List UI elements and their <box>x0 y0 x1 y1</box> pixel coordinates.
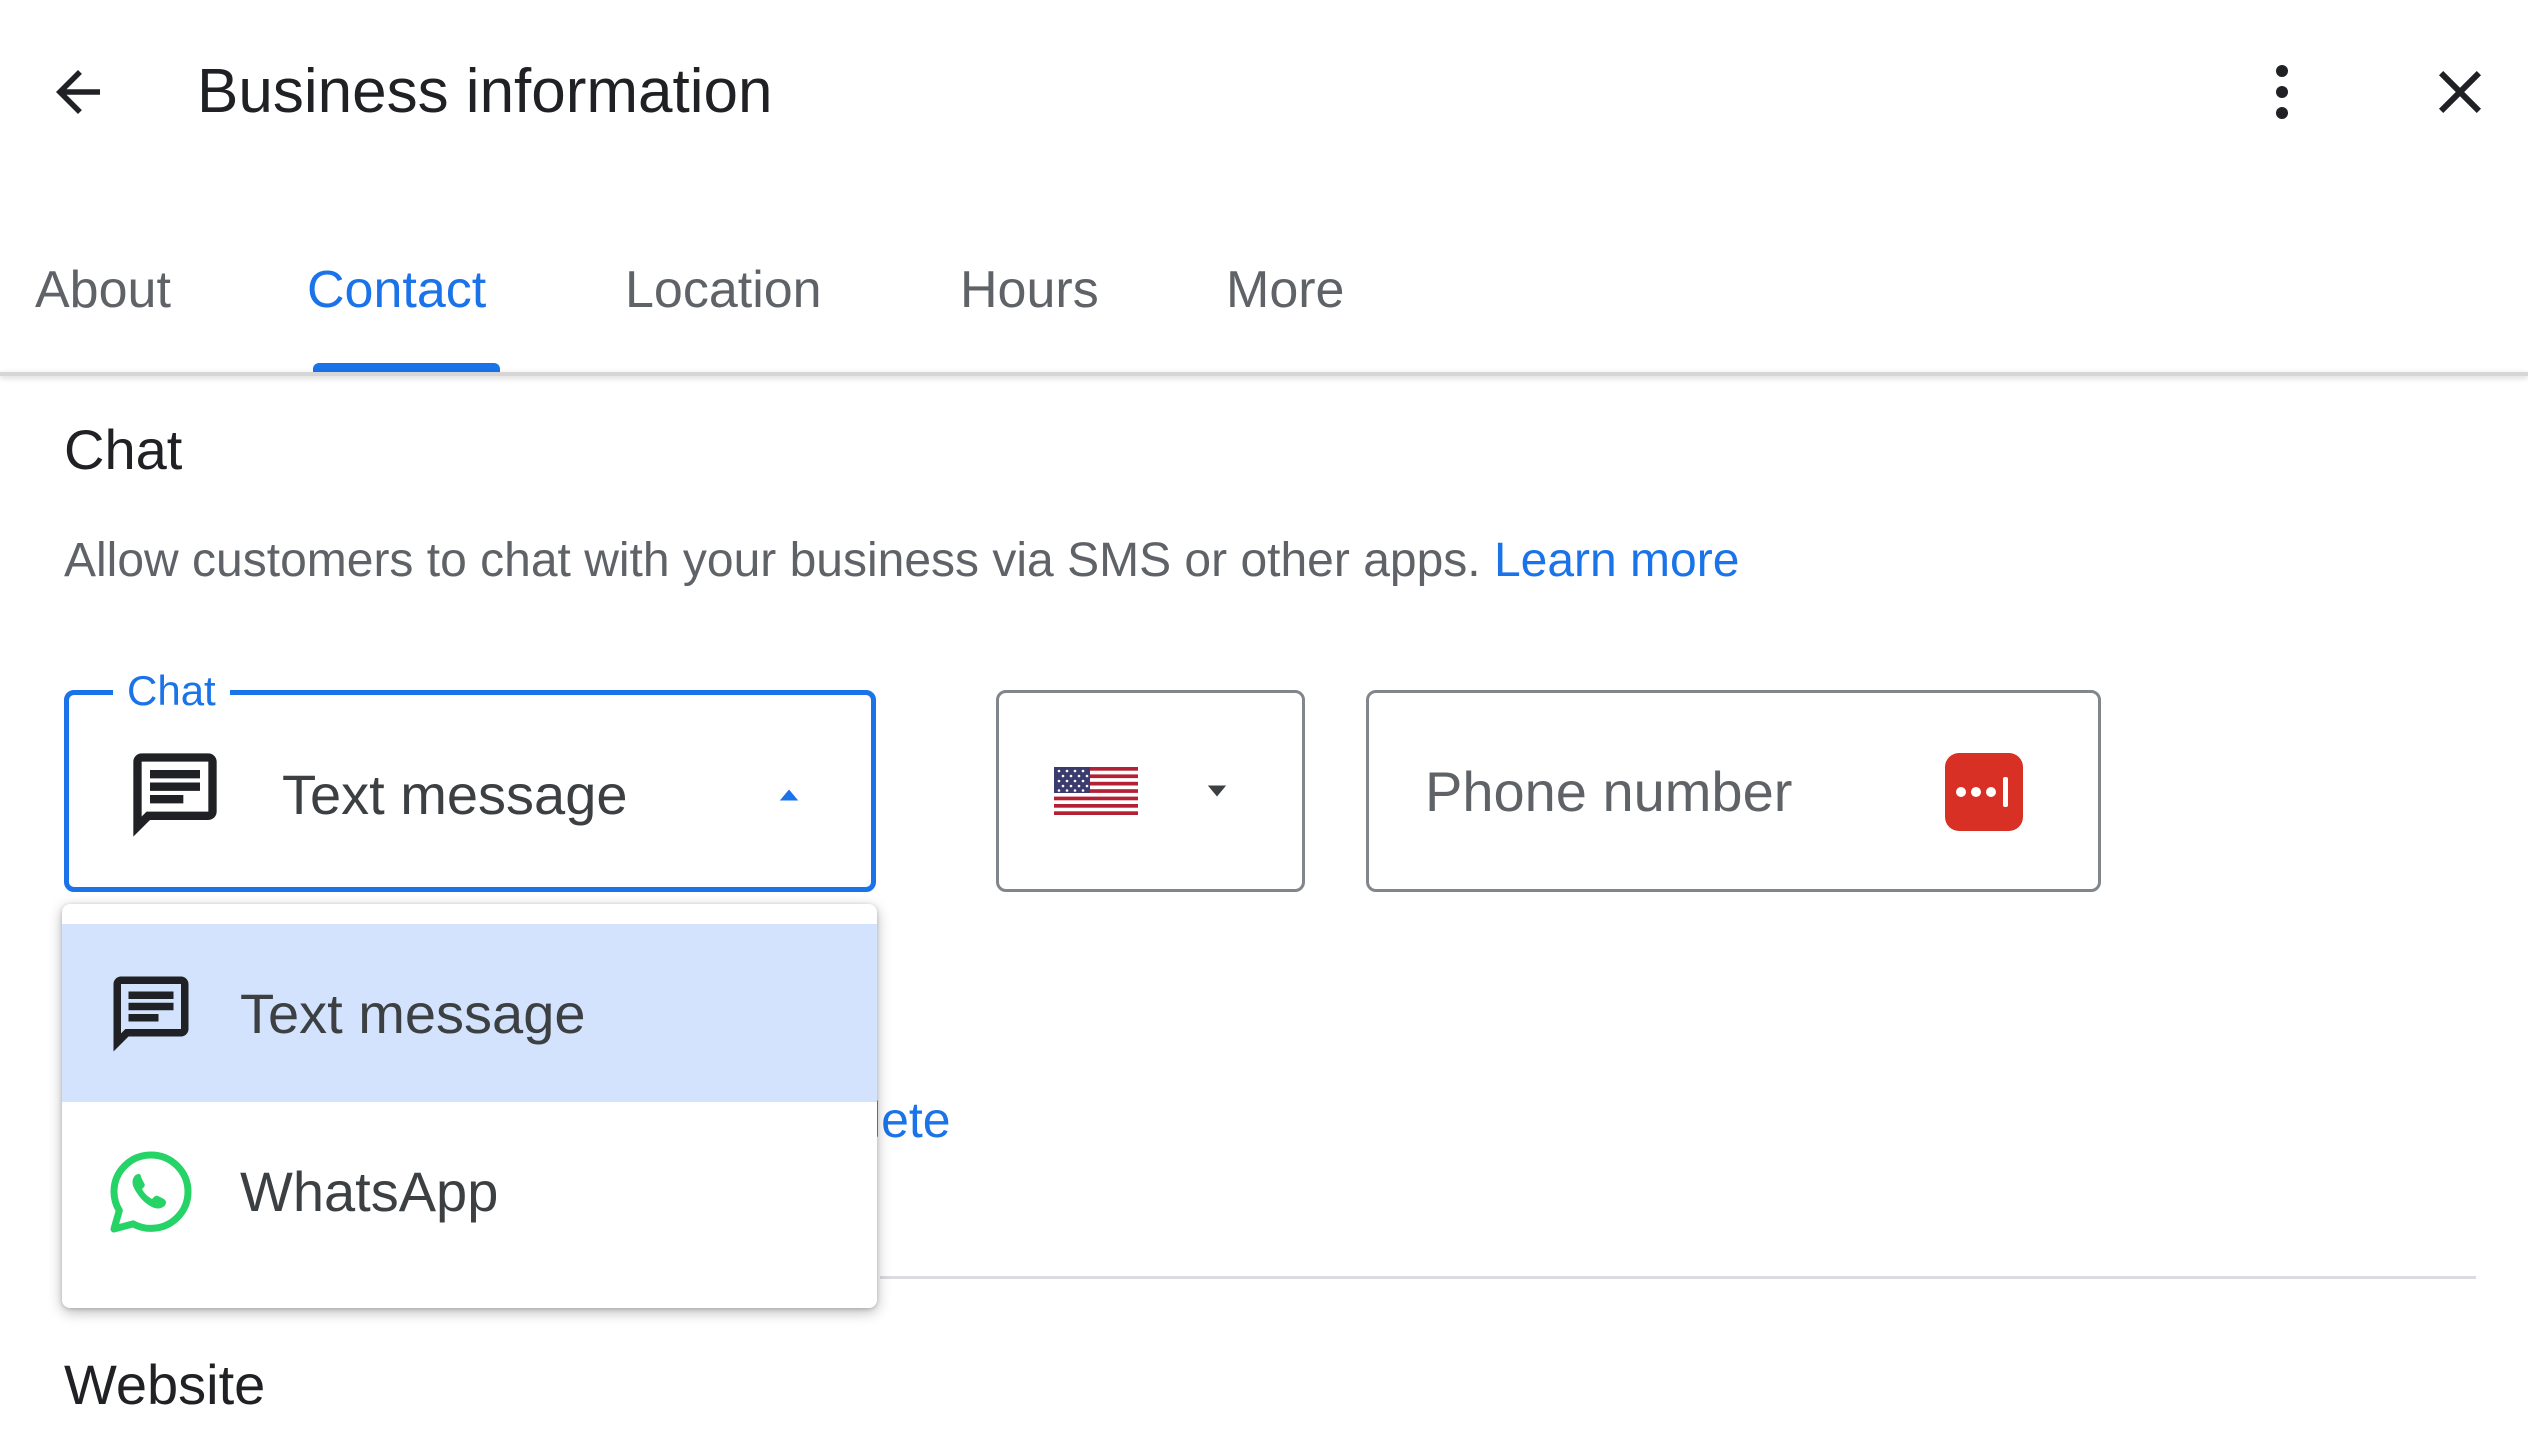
back-button[interactable] <box>38 52 118 132</box>
arrow-back-icon <box>56 70 100 114</box>
tab-about[interactable]: About <box>35 240 171 340</box>
menu-item-text-message[interactable]: Text message <box>62 924 877 1102</box>
password-manager-icon[interactable] <box>1945 753 2023 831</box>
tab-more[interactable]: More <box>1226 240 1344 340</box>
close-button[interactable] <box>2420 52 2500 132</box>
sms-icon <box>133 753 217 837</box>
chat-type-select-value: Text message <box>282 763 628 826</box>
arrow-drop-up-icon <box>779 789 799 801</box>
tab-location[interactable]: Location <box>625 240 822 340</box>
more-vert-icon <box>2276 65 2288 119</box>
phone-number-field <box>1366 690 2101 892</box>
chat-type-select[interactable]: Chat Text message <box>64 661 876 892</box>
menu-item-whatsapp[interactable]: WhatsApp <box>62 1102 877 1280</box>
menu-item-label: WhatsApp <box>240 1160 499 1223</box>
tab-contact[interactable]: Contact <box>307 240 486 340</box>
header: Business information <box>0 0 2528 190</box>
sms-icon <box>113 976 189 1052</box>
chat-section-title: Chat <box>64 418 183 481</box>
country-code-select[interactable] <box>996 690 1305 892</box>
us-flag-icon <box>1054 767 1138 815</box>
section-divider <box>880 1276 2476 1279</box>
tab-hours[interactable]: Hours <box>960 240 1099 340</box>
arrow-drop-down-icon <box>1207 785 1227 797</box>
whatsapp-icon <box>110 1151 192 1233</box>
chat-description-text: Allow customers to chat with your busine… <box>64 534 1481 587</box>
website-section-title: Website <box>64 1353 266 1416</box>
phone-number-input[interactable] <box>1425 748 1925 834</box>
learn-more-link[interactable]: Learn more <box>1494 534 1739 587</box>
tab-bar-divider <box>0 372 2528 376</box>
menu-item-label: Text message <box>240 982 586 1045</box>
more-options-button[interactable] <box>2242 52 2322 132</box>
chat-type-dropdown-menu: Text message WhatsApp <box>62 904 877 1308</box>
chat-type-select-label: Chat <box>113 661 230 721</box>
delete-link[interactable]: lete <box>870 1085 951 1155</box>
tab-bar: About Contact Location Hours More <box>0 210 2528 373</box>
close-icon <box>2439 71 2481 113</box>
page-title: Business information <box>197 57 773 126</box>
chat-description: Allow customers to chat with your busine… <box>64 528 1739 594</box>
